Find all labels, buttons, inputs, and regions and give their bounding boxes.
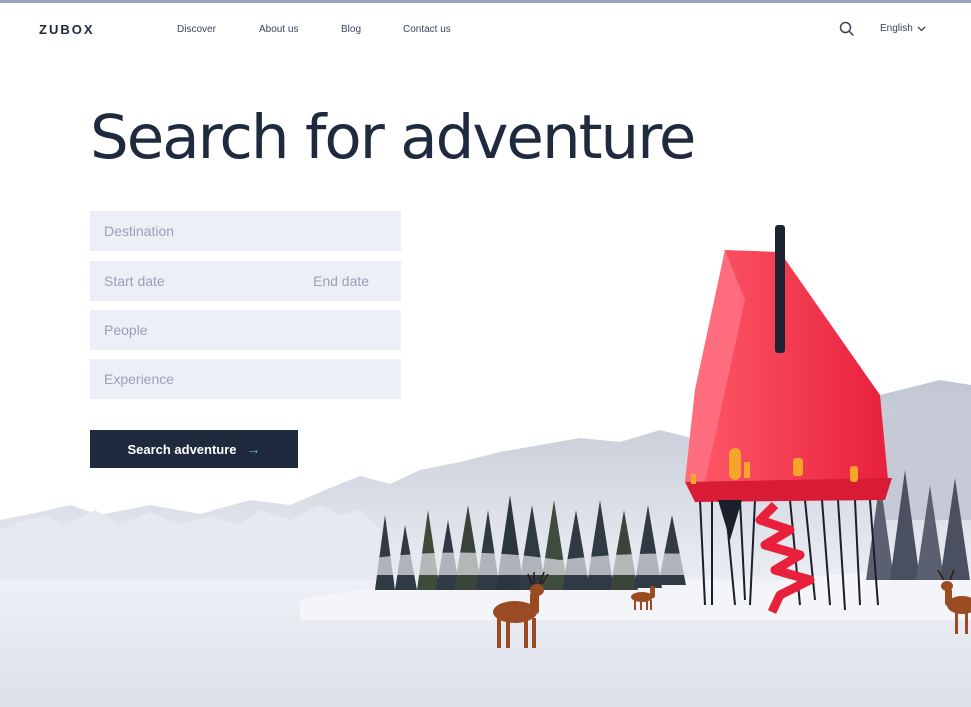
- chevron-down-icon: [917, 26, 926, 31]
- brand-logo[interactable]: ZUBOX: [39, 22, 95, 37]
- experience-input[interactable]: [90, 359, 401, 399]
- date-range-field: [90, 261, 508, 301]
- start-date-input[interactable]: [90, 261, 299, 301]
- nav-link-contact-us[interactable]: Contact us: [403, 24, 451, 35]
- nav-link-discover[interactable]: Discover: [177, 24, 216, 35]
- search-icon[interactable]: [838, 20, 856, 38]
- arrow-right-icon: →: [246, 441, 261, 457]
- language-selector[interactable]: English: [880, 23, 926, 34]
- nav-link-blog[interactable]: Blog: [341, 24, 361, 35]
- top-navigation: ZUBOX Discover About us Blog Contact us …: [0, 0, 971, 60]
- nav-link-about-us[interactable]: About us: [259, 24, 298, 35]
- hero-headline: Search for adventure: [90, 102, 696, 173]
- red-house: [685, 225, 892, 540]
- people-input[interactable]: [90, 310, 401, 350]
- search-adventure-button[interactable]: Search adventure →: [90, 430, 298, 468]
- destination-input[interactable]: [90, 211, 401, 251]
- language-label: English: [880, 23, 913, 34]
- search-adventure-label: Search adventure: [127, 441, 237, 457]
- end-date-input[interactable]: [299, 261, 508, 301]
